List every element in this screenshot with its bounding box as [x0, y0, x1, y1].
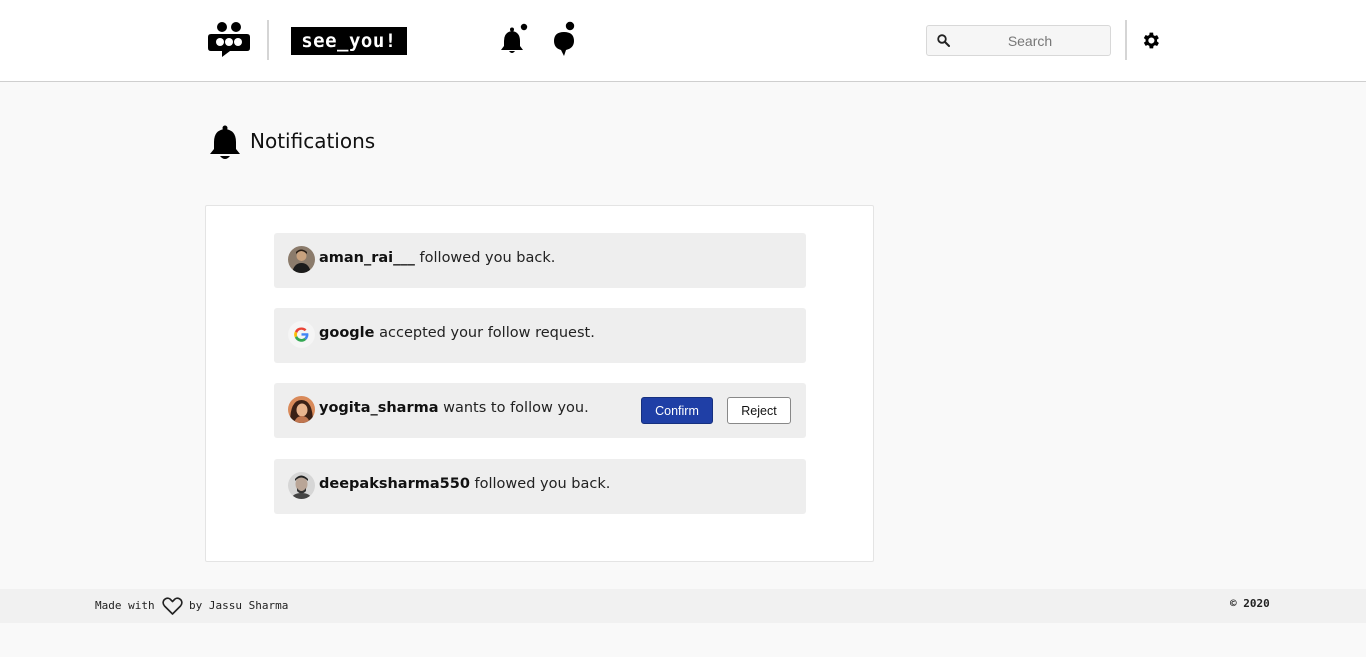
footer-made-with: Made with: [95, 599, 155, 612]
avatar[interactable]: [288, 246, 315, 273]
notification-text: aman_rai___ followed you back.: [319, 250, 555, 266]
search-box[interactable]: [926, 25, 1111, 56]
avatar[interactable]: [288, 472, 315, 499]
notification-message: wants to follow you.: [443, 400, 589, 416]
notification-item[interactable]: deepaksharma550 followed you back.: [274, 459, 806, 514]
notification-text: deepaksharma550 followed you back.: [319, 476, 610, 492]
page-title: Notifications: [250, 129, 376, 153]
heart-icon: [162, 597, 183, 615]
notification-message: followed you back.: [474, 476, 611, 492]
footer-author: by Jassu Sharma: [189, 599, 289, 612]
top-navbar: see_you!: [0, 0, 1366, 82]
notification-text: yogita_sharma wants to follow you.: [319, 400, 589, 416]
notification-message: accepted your follow request.: [379, 325, 595, 341]
username-link[interactable]: deepaksharma550: [319, 476, 470, 492]
header-divider-right: [1125, 20, 1127, 60]
search-icon: [937, 34, 950, 47]
username-link[interactable]: aman_rai___: [319, 250, 415, 266]
avatar[interactable]: [288, 396, 315, 423]
notifications-card: aman_rai___ followed you back. google ac…: [205, 205, 874, 562]
search-input[interactable]: [955, 26, 1105, 55]
header-divider: [267, 20, 269, 60]
footer-copyright: © 2020: [1230, 597, 1270, 610]
username-link[interactable]: yogita_sharma: [319, 400, 439, 416]
google-logo-avatar[interactable]: [288, 321, 315, 348]
bell-icon[interactable]: [500, 22, 530, 56]
footer: Made with by Jassu Sharma © 2020: [0, 589, 1366, 623]
notification-item[interactable]: aman_rai___ followed you back.: [274, 233, 806, 288]
brand-logo[interactable]: see_you!: [291, 27, 407, 55]
notification-text: google accepted your follow request.: [319, 325, 595, 341]
confirm-button[interactable]: Confirm: [641, 397, 713, 424]
reject-button[interactable]: Reject: [727, 397, 791, 424]
gear-icon[interactable]: [1140, 30, 1161, 51]
notification-item[interactable]: yogita_sharma wants to follow you. Confi…: [274, 383, 806, 438]
bell-icon: [210, 125, 240, 159]
chat-bubble-icon[interactable]: [552, 21, 578, 57]
notification-item[interactable]: google accepted your follow request.: [274, 308, 806, 363]
logo-chat-face-icon[interactable]: [208, 22, 250, 58]
notification-message: followed you back.: [419, 250, 556, 266]
username-link[interactable]: google: [319, 325, 375, 341]
